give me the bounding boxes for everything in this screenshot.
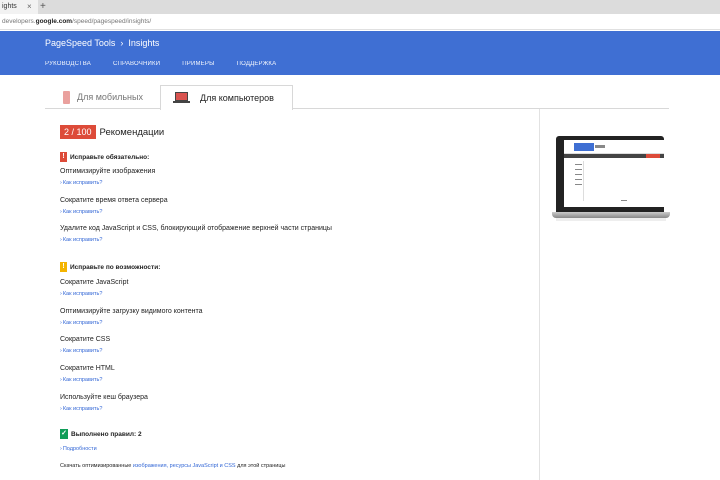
passed-title: Выполнено правил: 2 xyxy=(71,430,142,438)
how-to-fix-link[interactable]: ›Как исправить? xyxy=(60,237,102,243)
tab-close-icon[interactable]: × xyxy=(27,0,32,14)
device-tabs: Для мобильных Для компьютеров xyxy=(45,85,669,110)
how-to-fix-label: Как исправить? xyxy=(62,180,103,186)
score-title: Рекомендации xyxy=(99,126,165,138)
how-to-fix-label: Как исправить? xyxy=(62,406,103,412)
download-prefix: Скачать оптимизированные xyxy=(60,463,133,469)
results-panel: 2 / 100 Рекомендации ! Исправьте обязате… xyxy=(45,109,540,480)
how-to-fix-label: Как исправить? xyxy=(62,348,103,354)
nav-support[interactable]: ПОДДЕРЖКА xyxy=(237,61,277,67)
breadcrumb-separator: › xyxy=(120,38,124,48)
arrow-icon: › xyxy=(60,406,62,412)
arrow-icon: › xyxy=(60,209,62,215)
breadcrumb: PageSpeed Tools › Insights xyxy=(45,38,159,48)
browser-tab[interactable]: ights × xyxy=(0,0,38,14)
laptop-lid xyxy=(556,136,664,212)
rule-item: Сократите JavaScript xyxy=(60,279,129,286)
should-fix-title: Исправьте по возможности: xyxy=(70,263,161,271)
new-tab-button[interactable]: + xyxy=(40,0,46,14)
address-bar[interactable]: developers.google.com/speed/pagespeed/in… xyxy=(0,14,720,30)
arrow-icon: › xyxy=(60,320,62,326)
section-title[interactable]: Insights xyxy=(128,38,159,48)
warning-icon: ! xyxy=(60,262,67,272)
arrow-icon: › xyxy=(60,446,62,452)
how-to-fix-link[interactable]: ›Как исправить? xyxy=(60,377,102,383)
how-to-fix-link[interactable]: ›Как исправить? xyxy=(60,209,102,215)
how-to-fix-label: Как исправить? xyxy=(62,377,103,383)
top-nav: РУКОВОДСТВА СПРАВОЧНИКИ ПРИМЕРЫ ПОДДЕРЖК… xyxy=(45,61,298,67)
laptop-icon xyxy=(173,92,190,104)
how-to-fix-label: Как исправить? xyxy=(62,320,103,326)
download-suffix: для этой страницы xyxy=(235,463,286,469)
score-badge: 2 / 100 xyxy=(60,125,96,139)
browser-tabstrip: ights × + xyxy=(0,0,720,14)
arrow-icon: › xyxy=(60,291,62,297)
how-to-fix-link[interactable]: ›Как исправить? xyxy=(60,348,102,354)
rule-item: Сократите CSS xyxy=(60,336,111,343)
tab-desktop-label: Для компьютеров xyxy=(200,93,274,103)
how-to-fix-label: Как исправить? xyxy=(62,237,103,243)
should-fix-heading: ! Исправьте по возможности: xyxy=(60,262,160,272)
details-link[interactable]: ›Подробности xyxy=(60,446,97,452)
rule-item: Сократите время ответа сервера xyxy=(60,197,168,204)
how-to-fix-label: Как исправить? xyxy=(62,291,103,297)
rule-item: Удалите код JavaScript и CSS, блокирующи… xyxy=(60,225,332,232)
how-to-fix-label: Как исправить? xyxy=(62,209,103,215)
must-fix-title: Исправьте обязательно: xyxy=(70,153,150,161)
must-fix-heading: ! Исправьте обязательно: xyxy=(60,152,149,162)
download-link[interactable]: изображения, ресурсы JavaScript и CSS xyxy=(133,463,236,469)
laptop-screen xyxy=(564,140,664,207)
brand-link[interactable]: PageSpeed Tools xyxy=(45,38,115,48)
details-label: Подробности xyxy=(62,446,97,452)
phone-icon xyxy=(63,90,70,104)
nav-guides[interactable]: РУКОВОДСТВА xyxy=(45,61,91,67)
error-icon: ! xyxy=(60,152,67,162)
how-to-fix-link[interactable]: ›Как исправить? xyxy=(60,291,102,297)
arrow-icon: › xyxy=(60,348,62,354)
url-domain: google.com xyxy=(35,18,73,25)
rule-item: Сократите HTML xyxy=(60,365,115,372)
nav-reference[interactable]: СПРАВОЧНИКИ xyxy=(113,61,160,67)
site-header: PageSpeed Tools › Insights РУКОВОДСТВА СПР… xyxy=(0,31,720,75)
rule-item: Оптимизируйте загрузку видимого контента xyxy=(60,308,203,315)
arrow-icon: › xyxy=(60,237,62,243)
how-to-fix-link[interactable]: ›Как исправить? xyxy=(60,406,102,412)
arrow-icon: › xyxy=(60,377,62,383)
url-prefix: developers. xyxy=(2,18,36,25)
rule-item: Используйте кеш браузера xyxy=(60,394,148,401)
score-row: 2 / 100 Рекомендации xyxy=(60,125,164,139)
tab-desktop[interactable]: Для компьютеров xyxy=(160,85,293,110)
nav-samples[interactable]: ПРИМЕРЫ xyxy=(182,61,214,67)
tab-mobile[interactable]: Для мобильных xyxy=(63,85,143,109)
rule-item: Оптимизируйте изображения xyxy=(60,168,156,175)
check-icon: ✓ xyxy=(60,429,68,439)
passed-heading: ✓ Выполнено правил: 2 xyxy=(60,429,142,439)
download-text: Скачать оптимизированные изображения, ре… xyxy=(60,463,285,469)
tab-mobile-label: Для мобильных xyxy=(77,92,143,102)
desktop-preview-image xyxy=(552,136,670,222)
url-path: /speed/pagespeed/insights/ xyxy=(72,18,152,25)
how-to-fix-link[interactable]: ›Как исправить? xyxy=(60,180,102,186)
browser-tab-title: ights xyxy=(2,3,17,10)
how-to-fix-link[interactable]: ›Как исправить? xyxy=(60,320,102,326)
arrow-icon: › xyxy=(60,180,62,186)
